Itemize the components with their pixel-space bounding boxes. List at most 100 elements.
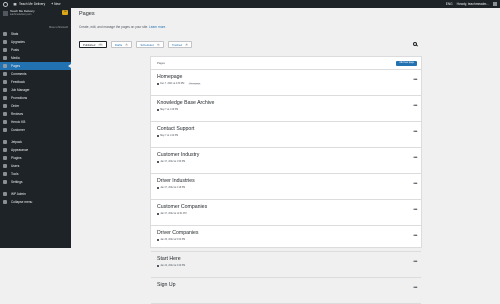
page-item-date: Jan 27, 2022 at 1:50 PM — [160, 161, 186, 164]
menu-item-customer[interactable]: Customer — [0, 126, 71, 134]
menu-item-tools[interactable]: Tools — [0, 170, 71, 178]
search-icon[interactable] — [413, 42, 417, 46]
settings-icon — [3, 180, 7, 184]
menu-item-pages[interactable]: Pages — [0, 62, 71, 70]
menu-label: Posts — [11, 48, 19, 52]
page-item-title[interactable]: Sign Up — [157, 282, 175, 288]
calendar-icon — [157, 109, 160, 112]
switch-site-link[interactable]: Move to Microsoft — [49, 26, 68, 29]
more-options-icon[interactable]: ••• — [413, 233, 417, 239]
menu-item-promotions[interactable]: Promotions — [0, 94, 71, 102]
menu-item-appearance[interactable]: Appearance — [0, 146, 71, 154]
site-badge: TM — [62, 10, 68, 15]
tab-label: Scheduled — [140, 42, 154, 47]
wordpress-icon — [3, 192, 7, 196]
page-item-date: Jan 26, 2022 at 5:02 PM — [160, 239, 186, 242]
more-options-icon[interactable]: ••• — [413, 285, 417, 291]
tab-count: 1 — [125, 43, 129, 46]
menu-item-plugins[interactable]: Plugins — [0, 154, 71, 162]
menu-item-wp-admin[interactable]: WP Admin — [0, 190, 71, 198]
list-item[interactable]: Contact Support May 7 at 1:42 PM ••• — [151, 122, 421, 148]
wordpress-logo-icon[interactable] — [3, 1, 8, 7]
more-options-icon[interactable]: ••• — [413, 207, 417, 213]
feedback-icon — [3, 80, 7, 84]
page-item-title[interactable]: Customer Industry — [157, 152, 199, 158]
menu-item-settings[interactable]: Settings — [0, 178, 71, 186]
page-item-title[interactable]: Knowledge Base Archive — [157, 100, 214, 106]
menu-item-upgrades[interactable]: Upgrades — [0, 38, 71, 46]
menu-item-stats[interactable]: Stats — [0, 30, 71, 38]
adminbar-site-link[interactable]: Teach Me Delivery — [13, 2, 45, 6]
calendar-icon — [157, 213, 160, 216]
site-switcher[interactable]: Teach Me Delivery teachmedelivery.com TM — [0, 8, 71, 22]
tab-label: Published — [83, 42, 96, 47]
tab-trashed[interactable]: Trashed 0 — [167, 41, 193, 48]
more-options-icon[interactable]: ••• — [413, 129, 417, 135]
homepage-badge: Homepage — [188, 83, 202, 86]
more-options-icon[interactable]: ••• — [413, 259, 417, 265]
menu-label: Collapse menu — [11, 200, 33, 204]
more-options-icon[interactable]: ••• — [413, 103, 417, 109]
admin-sidebar: Teach Me Delivery teachmedelivery.com TM… — [0, 8, 71, 248]
avatar[interactable] — [493, 2, 497, 6]
menu-item-heroic-kb[interactable]: Heroic KB — [0, 118, 71, 126]
learn-more-link[interactable]: Learn more. — [149, 25, 166, 29]
account-menu[interactable]: Howdy, teachmeadm... — [457, 2, 489, 6]
site-icon — [3, 11, 8, 16]
menu-item-media[interactable]: Media — [0, 54, 71, 62]
tab-count: 0 — [185, 43, 189, 46]
menu-item-collapse[interactable]: Collapse menu — [0, 198, 71, 206]
plug-icon — [3, 156, 7, 160]
list-item[interactable]: Driver Industries Jan 27, 2022 at 4:18 P… — [151, 174, 421, 200]
menu-label: Customer — [11, 128, 25, 132]
site-url: teachmedelivery.com — [10, 13, 32, 16]
jetpack-icon — [3, 140, 7, 144]
menu-label: Plugins — [11, 156, 22, 160]
page-item-title[interactable]: Driver Companies — [157, 230, 199, 236]
menu-item-posts[interactable]: Posts — [0, 46, 71, 54]
menu-item-order[interactable]: Order — [0, 102, 71, 110]
comment-icon — [3, 72, 7, 76]
list-item[interactable]: Start Here Jan 24, 2022 at 3:20 PM ••• — [151, 252, 421, 278]
book-icon — [3, 120, 7, 124]
more-options-icon[interactable]: ••• — [413, 181, 417, 187]
page-item-title[interactable]: Customer Companies — [157, 204, 207, 210]
menu-item-job-manager[interactable]: Job Manager — [0, 86, 71, 94]
adminbar-new-link[interactable]: + New — [51, 2, 60, 6]
list-item[interactable]: Customer Industry Jan 27, 2022 at 1:50 P… — [151, 148, 421, 174]
pin-icon — [3, 48, 7, 52]
panel-header: Pages — [151, 57, 421, 70]
menu-item-feedback[interactable]: Feedback — [0, 78, 71, 86]
list-item[interactable]: Knowledge Base Archive May 7 at 1:40 PM … — [151, 96, 421, 122]
menu-item-reviews[interactable]: Reviews — [0, 110, 71, 118]
menu-label: Upgrades — [11, 40, 25, 44]
list-item[interactable]: Homepage Dec 7, 2021 at 4:39 PM Homepage … — [151, 70, 421, 96]
cart-icon — [3, 104, 7, 108]
list-item[interactable]: Customer Companies Jan 27, 2022 at 12:01… — [151, 200, 421, 226]
more-options-icon[interactable]: ••• — [413, 77, 417, 83]
language-switcher[interactable]: ENG — [446, 2, 453, 6]
home-icon — [13, 2, 17, 6]
page-item-title[interactable]: Driver Industries — [157, 178, 195, 184]
pages-list-panel: Pages Add new page Homepage Dec 7, 2021 … — [150, 56, 422, 304]
menu-item-jetpack[interactable]: Jetpack — [0, 138, 71, 146]
tab-drafts[interactable]: Drafts 1 — [110, 41, 133, 48]
upgrades-icon — [3, 40, 7, 44]
menu-item-users[interactable]: Users — [0, 162, 71, 170]
page-item-meta: May 7 at 1:40 PM — [157, 109, 178, 112]
page-item-title[interactable]: Start Here — [157, 256, 181, 262]
adminbar-new-label: New — [54, 2, 61, 6]
tab-published[interactable]: Published 26 — [79, 41, 107, 48]
page-item-title[interactable]: Homepage — [157, 74, 182, 80]
list-item[interactable]: Driver Companies Jan 26, 2022 at 5:02 PM… — [151, 226, 421, 252]
wrench-icon — [3, 172, 7, 176]
list-item[interactable]: Sign Up ••• — [151, 278, 421, 304]
page-item-meta: Jan 27, 2022 at 12:01 PM — [157, 213, 187, 216]
menu-label: Appearance — [11, 148, 29, 152]
tab-scheduled[interactable]: Scheduled 0 — [136, 41, 164, 48]
add-new-page-button[interactable]: Add new page — [396, 61, 417, 66]
page-item-title[interactable]: Contact Support — [157, 126, 195, 132]
more-options-icon[interactable]: ••• — [413, 155, 417, 161]
collapse-icon — [3, 200, 7, 204]
menu-item-comments[interactable]: Comments — [0, 70, 71, 78]
